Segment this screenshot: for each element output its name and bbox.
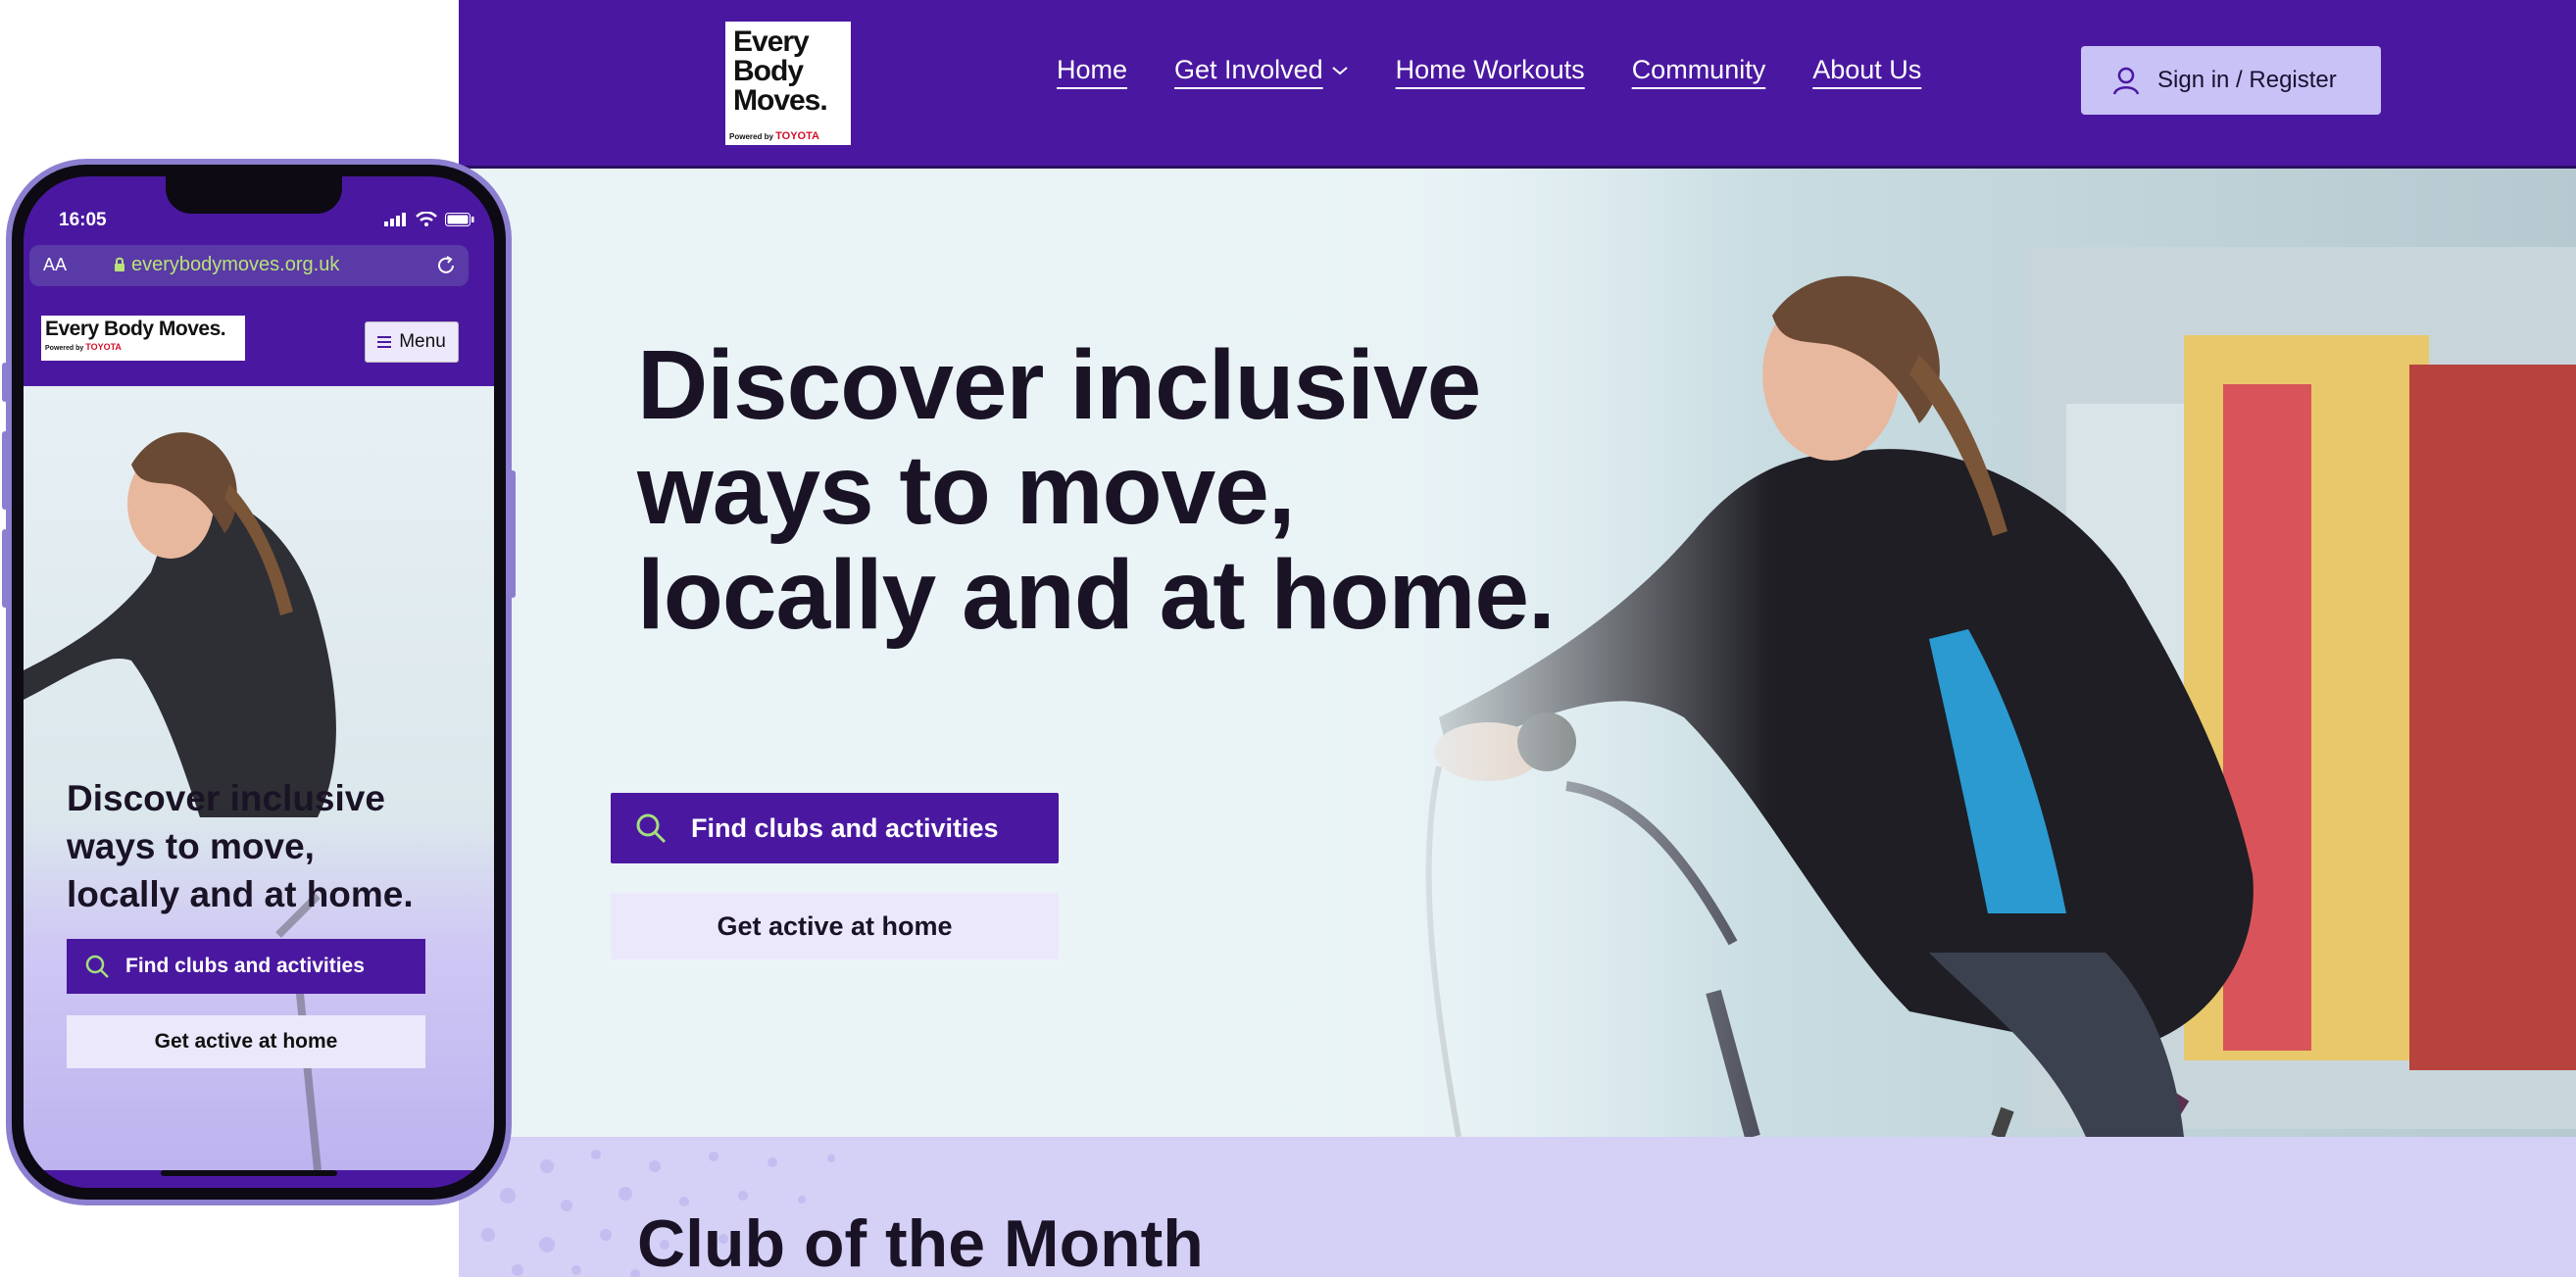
hero-photo <box>459 169 2576 1137</box>
lock-icon <box>115 257 124 271</box>
search-icon <box>636 813 667 844</box>
wifi-icon <box>416 212 437 226</box>
mobile-get-active-at-home-button[interactable]: Get active at home <box>67 1015 425 1068</box>
browser-address-bar[interactable]: AA everybodymoves.org.uk <box>29 245 469 286</box>
hamburger-icon <box>377 336 392 348</box>
phone-frame: 16:05 AA everybodymoves.org.uk Every Bod… <box>6 159 512 1205</box>
nav-get-involved[interactable]: Get Involved <box>1174 55 1349 85</box>
main-nav: Home Get Involved Home Workouts Communit… <box>1057 55 1968 85</box>
phone-bezel: 16:05 AA everybodymoves.org.uk Every Bod… <box>12 165 506 1200</box>
home-indicator <box>161 1170 337 1176</box>
mobile-hero-title: Discover inclusive ways to move, locally… <box>67 778 414 914</box>
section-title: Club of the Month <box>637 1206 1204 1277</box>
phone-screen: 16:05 AA everybodymoves.org.uk Every Bod… <box>24 176 494 1188</box>
mobile-hero-section: Discover inclusive ways to move, locally… <box>24 386 494 1170</box>
text-size-button[interactable]: AA <box>43 255 67 275</box>
find-clubs-button[interactable]: Find clubs and activities <box>611 793 1059 863</box>
mobile-site-header: Every Body Moves. Powered by TOYOTA Menu <box>24 300 494 386</box>
toyota-brand: TOYOTA <box>775 130 819 142</box>
hero-title: Discover inclusive ways to move, locally… <box>637 330 1556 650</box>
battery-icon <box>445 213 474 226</box>
club-of-the-month-section: Club of the Month <box>459 1137 2576 1277</box>
logo-powered-by: Powered by TOYOTA <box>729 130 819 142</box>
user-icon <box>2112 67 2140 95</box>
nav-community[interactable]: Community <box>1632 55 1766 85</box>
logo-line-3: Moves. <box>733 84 828 117</box>
nav-about-us[interactable]: About Us <box>1812 55 1921 85</box>
signin-register-button[interactable]: Sign in / Register <box>2081 46 2381 115</box>
site-logo[interactable]: Every Body Moves. Powered by TOYOTA <box>725 22 851 145</box>
status-time: 16:05 <box>59 210 107 230</box>
phone-notch <box>166 176 342 214</box>
logo-line-2: Body <box>733 55 804 87</box>
nav-home[interactable]: Home <box>1057 55 1127 85</box>
signal-icon <box>384 213 406 226</box>
status-icons <box>384 212 474 227</box>
site-header: Every Body Moves. Powered by TOYOTA Home… <box>459 0 2576 169</box>
hero-section: Discover inclusive ways to move, locally… <box>459 169 2576 1137</box>
toyota-brand: TOYOTA <box>85 342 122 352</box>
chevron-down-icon <box>1331 66 1348 74</box>
nav-home-workouts[interactable]: Home Workouts <box>1396 55 1585 85</box>
url-text: everybodymoves.org.uk <box>131 254 340 275</box>
menu-button[interactable]: Menu <box>365 321 459 363</box>
reload-icon[interactable] <box>435 255 457 276</box>
logo-line-1: Every <box>733 25 810 58</box>
get-active-at-home-button[interactable]: Get active at home <box>611 893 1059 959</box>
search-icon <box>85 955 109 978</box>
mobile-site-logo[interactable]: Every Body Moves. Powered by TOYOTA <box>41 316 245 361</box>
mobile-find-clubs-button[interactable]: Find clubs and activities <box>67 939 425 994</box>
desktop-view: Every Body Moves. Powered by TOYOTA Home… <box>459 0 2576 1277</box>
